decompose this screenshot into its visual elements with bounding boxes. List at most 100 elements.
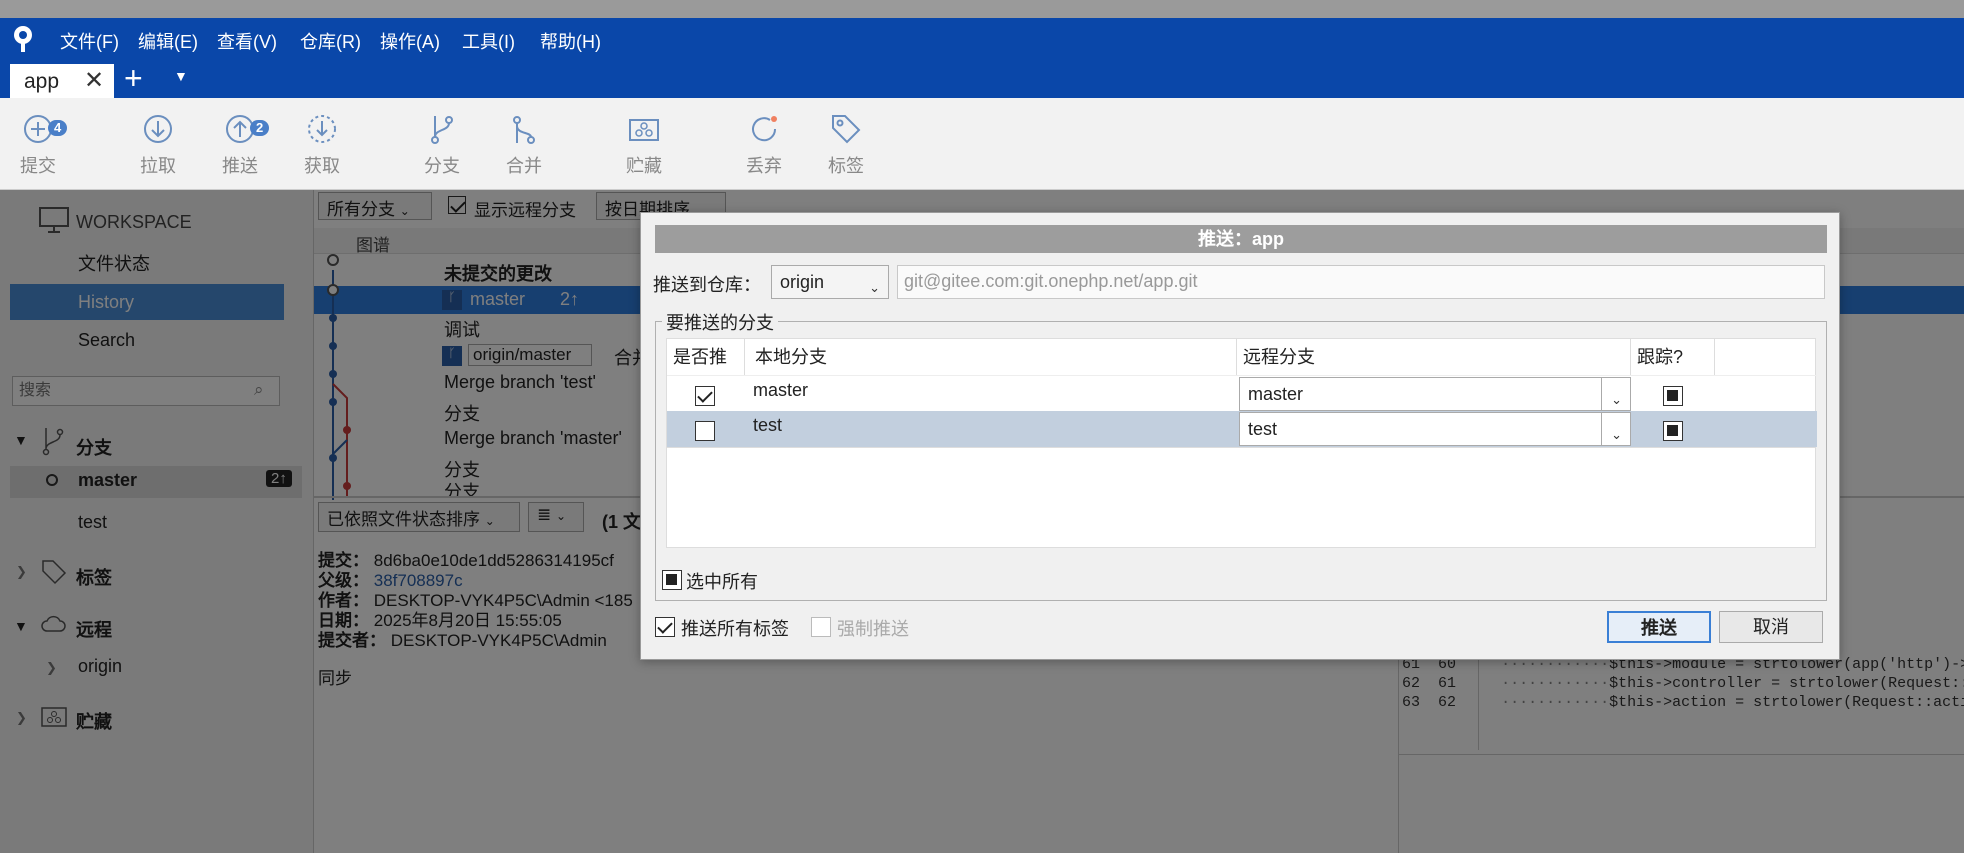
tab-app[interactable]: app ✕ <box>10 64 114 98</box>
sourcetree-logo-icon <box>14 26 32 52</box>
chevron-down-icon[interactable]: ▼ <box>14 618 28 634</box>
chevron-down-icon: ⌄ <box>1611 427 1622 442</box>
push-checkbox[interactable] <box>695 421 715 441</box>
new-tab-plus-icon[interactable]: + <box>124 60 143 97</box>
select-all-checkbox[interactable] <box>662 570 682 590</box>
chevron-right-icon[interactable]: ❯ <box>16 710 27 726</box>
chevron-down-icon[interactable]: ▼ <box>14 432 28 448</box>
remote-branch-select[interactable]: master ⌄ <box>1239 377 1631 411</box>
dialog-title: 推送：app <box>655 225 1827 253</box>
show-remote-label: 显示远程分支 <box>474 201 576 220</box>
row-text: Merge branch 'test' <box>444 372 596 392</box>
tag-button[interactable]: 标签 <box>816 112 876 182</box>
fetch-button[interactable]: 获取 <box>292 112 352 182</box>
discard-button[interactable]: 丢弃 <box>734 112 794 182</box>
repo-url-field: git@gitee.com:git.onephp.net/app.git <box>897 265 1825 299</box>
search-icon: ⌕ <box>254 380 264 399</box>
menu-help[interactable]: 帮助(H) <box>540 28 601 54</box>
chevron-right-icon[interactable]: ❯ <box>16 564 27 580</box>
commit-graph <box>327 254 351 500</box>
force-push-checkbox[interactable] <box>811 617 831 637</box>
file-sort-select[interactable]: 已依照文件状态排序 ⌄ <box>318 502 520 532</box>
branch-label: 分支 <box>424 156 460 176</box>
line-no-new: 61 <box>1438 675 1457 692</box>
menu-action[interactable]: 操作(A) <box>380 28 440 54</box>
view-mode-select[interactable]: ≣ ⌄ <box>528 502 584 532</box>
menu-file[interactable]: 文件(F) <box>60 28 119 54</box>
branches-group: 要推送的分支 是否推 本地分支 远程分支 跟踪? master master ⌄… <box>655 309 1827 601</box>
commit-message: 同步 <box>318 669 352 688</box>
branch-icon: ᚴ <box>442 290 462 310</box>
sidebar-remote-origin[interactable]: origin <box>78 656 122 677</box>
branch-table: 是否推 本地分支 远程分支 跟踪? master master ⌄ test t… <box>666 338 1817 448</box>
line-no-old: 63 <box>1402 694 1421 711</box>
tag-icon <box>42 560 67 585</box>
tab-dropdown-icon[interactable]: ▼ <box>174 68 188 84</box>
menu-view[interactable]: 查看(V) <box>217 28 277 54</box>
toolbar: 提交 4 拉取 推送 2 获取 分支 合并 贮藏 丢弃 标签 <box>0 98 1964 190</box>
branch-filter-label: 所有分支 <box>327 200 395 219</box>
col-local-header: 本地分支 <box>745 339 1237 375</box>
show-remote-checkbox[interactable] <box>448 196 466 214</box>
cloud-icon <box>41 615 66 632</box>
branch-button[interactable]: 分支 <box>412 112 472 182</box>
repo-label: 推送到仓库： <box>653 275 761 295</box>
sidebar-item-history[interactable]: History <box>10 284 284 320</box>
merge-button[interactable]: 合并 <box>494 112 554 182</box>
push-badge: 2 <box>250 120 270 136</box>
push-checkbox[interactable] <box>695 386 715 406</box>
file-count: (1 文 <box>602 512 642 532</box>
cancel-button[interactable]: 取消 <box>1719 611 1823 643</box>
branch-icon <box>431 116 453 144</box>
branches-header[interactable]: 分支 <box>76 434 112 460</box>
push-tags-checkbox[interactable] <box>655 617 675 637</box>
sidebar: WORKSPACE 文件状态 History Search ⌕ ▼ 分支 mas… <box>0 190 314 853</box>
tag-icon <box>832 115 861 144</box>
sidebar-item-file-status[interactable]: 文件状态 <box>0 246 314 282</box>
menu-edit[interactable]: 编辑(E) <box>138 28 198 54</box>
diff-bottom-line <box>1398 754 1964 755</box>
tags-header[interactable]: 标签 <box>76 564 112 590</box>
branch-table-empty <box>666 448 1816 548</box>
chevron-down-icon: ⌄ <box>399 204 410 218</box>
branch-icon: ᚴ <box>442 346 462 366</box>
track-checkbox[interactable] <box>1663 386 1683 406</box>
code-text: $this->action = strtolower(Request::acti… <box>1609 694 1964 711</box>
sidebar-search-input[interactable] <box>12 376 280 406</box>
pull-button[interactable]: 拉取 <box>128 112 188 182</box>
col-track-header: 跟踪? <box>1631 339 1715 375</box>
remotes-header[interactable]: 远程 <box>76 616 112 642</box>
chevron-down-icon: ⌄ <box>555 509 567 523</box>
line-no-old: 62 <box>1402 675 1421 692</box>
sidebar-branch-test[interactable]: test <box>78 512 107 533</box>
push-tags-label: 推送所有标签 <box>681 619 789 639</box>
diff-line: 63 62 ············$this->action = strtol… <box>1402 694 1964 711</box>
diff-line: 62 61 ············$this->controller = st… <box>1402 675 1964 692</box>
commit-button[interactable]: 提交 4 <box>8 112 68 182</box>
indent: ············ <box>1501 675 1610 692</box>
fetch-icon <box>308 115 336 143</box>
push-ok-button[interactable]: 推送 <box>1607 611 1711 643</box>
combo-divider <box>1601 378 1602 410</box>
repo-select[interactable]: origin ⌄ <box>771 265 889 299</box>
sidebar-item-search[interactable]: Search <box>0 322 314 358</box>
merge-icon <box>513 116 535 144</box>
force-push-label: 强制推送 <box>837 619 909 639</box>
close-icon[interactable]: ✕ <box>84 66 104 95</box>
current-branch-icon <box>46 474 58 486</box>
menu-tools[interactable]: 工具(I) <box>462 28 515 54</box>
branch-row-master[interactable]: master master ⌄ <box>667 375 1817 411</box>
row-text: 分支 <box>444 460 480 480</box>
remote-branch-select[interactable]: test ⌄ <box>1239 412 1631 446</box>
sidebar-branch-master[interactable]: master 2↑ <box>10 466 302 498</box>
stash-button[interactable]: 贮藏 <box>614 112 674 182</box>
branch-filter-select[interactable]: 所有分支 ⌄ <box>318 192 432 220</box>
track-checkbox[interactable] <box>1663 421 1683 441</box>
branch-tag-master: master <box>470 289 526 309</box>
branch-row-test[interactable]: test test ⌄ <box>667 411 1817 447</box>
push-button[interactable]: 推送 2 <box>210 112 270 182</box>
chevron-right-icon[interactable]: ❯ <box>46 660 57 676</box>
menu-repo[interactable]: 仓库(R) <box>300 28 361 54</box>
pull-label: 拉取 <box>140 156 176 176</box>
stash-header[interactable]: 贮藏 <box>76 708 112 734</box>
